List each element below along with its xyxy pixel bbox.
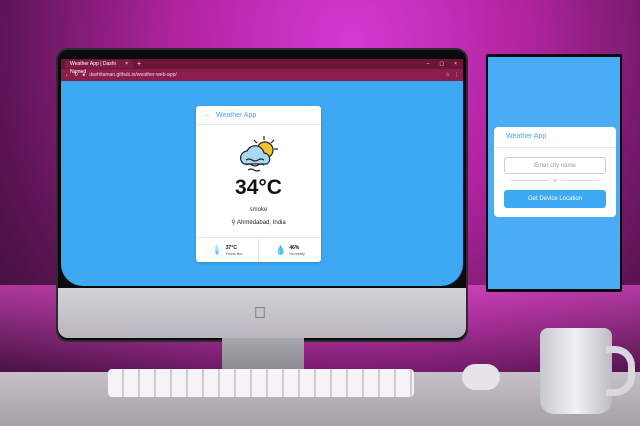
minimize-icon[interactable]: – <box>427 61 430 67</box>
lock-icon: ● <box>82 72 86 78</box>
close-window-icon[interactable]: × <box>454 61 457 67</box>
sun-cloud-fog-icon <box>239 136 278 172</box>
phone-weather-card: Weather App Enter city name or Get Devic… <box>494 127 616 217</box>
feels-like-label: Feels like <box>225 250 243 256</box>
phone-screen: Weather App Enter city name or Get Devic… <box>488 57 620 289</box>
phone-app-title: Weather App <box>494 127 616 148</box>
humidity-label: Humidity <box>289 250 305 256</box>
new-tab-button[interactable]: + <box>137 61 141 68</box>
get-device-location-button[interactable]: Get Device Location <box>504 190 606 208</box>
bookmark-star-icon[interactable]: ☆ <box>446 72 450 78</box>
humidity: 💧 46% Humidity <box>258 238 321 262</box>
monitor-screen: Weather App | Dashi Named × + – ▢ × ← ↻ … <box>61 59 463 286</box>
address-bar: ← ↻ ● davhitaman.github.io/weather-web-a… <box>61 69 463 81</box>
browser-tab[interactable]: Weather App | Dashi Named × <box>65 60 133 75</box>
apple-logo-icon:  <box>254 305 266 323</box>
tab-close-icon[interactable]: × <box>125 60 128 68</box>
browser-tab-title: Weather App | Dashi Named <box>70 61 116 75</box>
reload-icon[interactable]: ↻ <box>74 72 78 78</box>
city-search-input[interactable]: Enter city name <box>504 157 606 174</box>
keyboard <box>108 369 414 397</box>
window-controls: – ▢ × <box>427 61 463 67</box>
location-pin-icon: ⚲ <box>231 220 236 226</box>
droplet-icon: 💧 <box>275 244 287 255</box>
arrow-left-icon[interactable]: ← <box>204 112 211 119</box>
card-header: ← Weather App <box>196 106 321 125</box>
maximize-icon[interactable]: ▢ <box>439 61 444 67</box>
browser-tab-bar: Weather App | Dashi Named × + – ▢ × <box>61 59 463 75</box>
mug <box>540 328 612 414</box>
app-title: Weather App <box>216 111 257 119</box>
or-divider: or <box>494 178 616 184</box>
temperature: 34°C <box>235 176 282 199</box>
weather-card: ← Weather App 34°C smoke ⚲ Ahmedabad, In… <box>196 106 321 262</box>
weather-details: 🌡 37°C Feels like 💧 46% Humidity <box>196 237 321 262</box>
url-field[interactable]: davhitaman.github.io/weather-web-app/ <box>89 72 441 78</box>
back-icon[interactable]: ← <box>65 72 70 78</box>
location: ⚲ Ahmedabad, India <box>196 219 321 226</box>
thermometer-icon: 🌡 <box>211 244 223 255</box>
weather-description: smoke <box>249 207 268 213</box>
location-text: Ahmedabad, India <box>237 220 286 226</box>
feels-like: 🌡 37°C Feels like <box>196 238 258 262</box>
monitor-stand <box>222 338 304 372</box>
mouse <box>462 364 500 390</box>
phone: Weather App Enter city name or Get Devic… <box>486 54 622 292</box>
menu-icon[interactable]: ⋮ <box>454 72 459 78</box>
